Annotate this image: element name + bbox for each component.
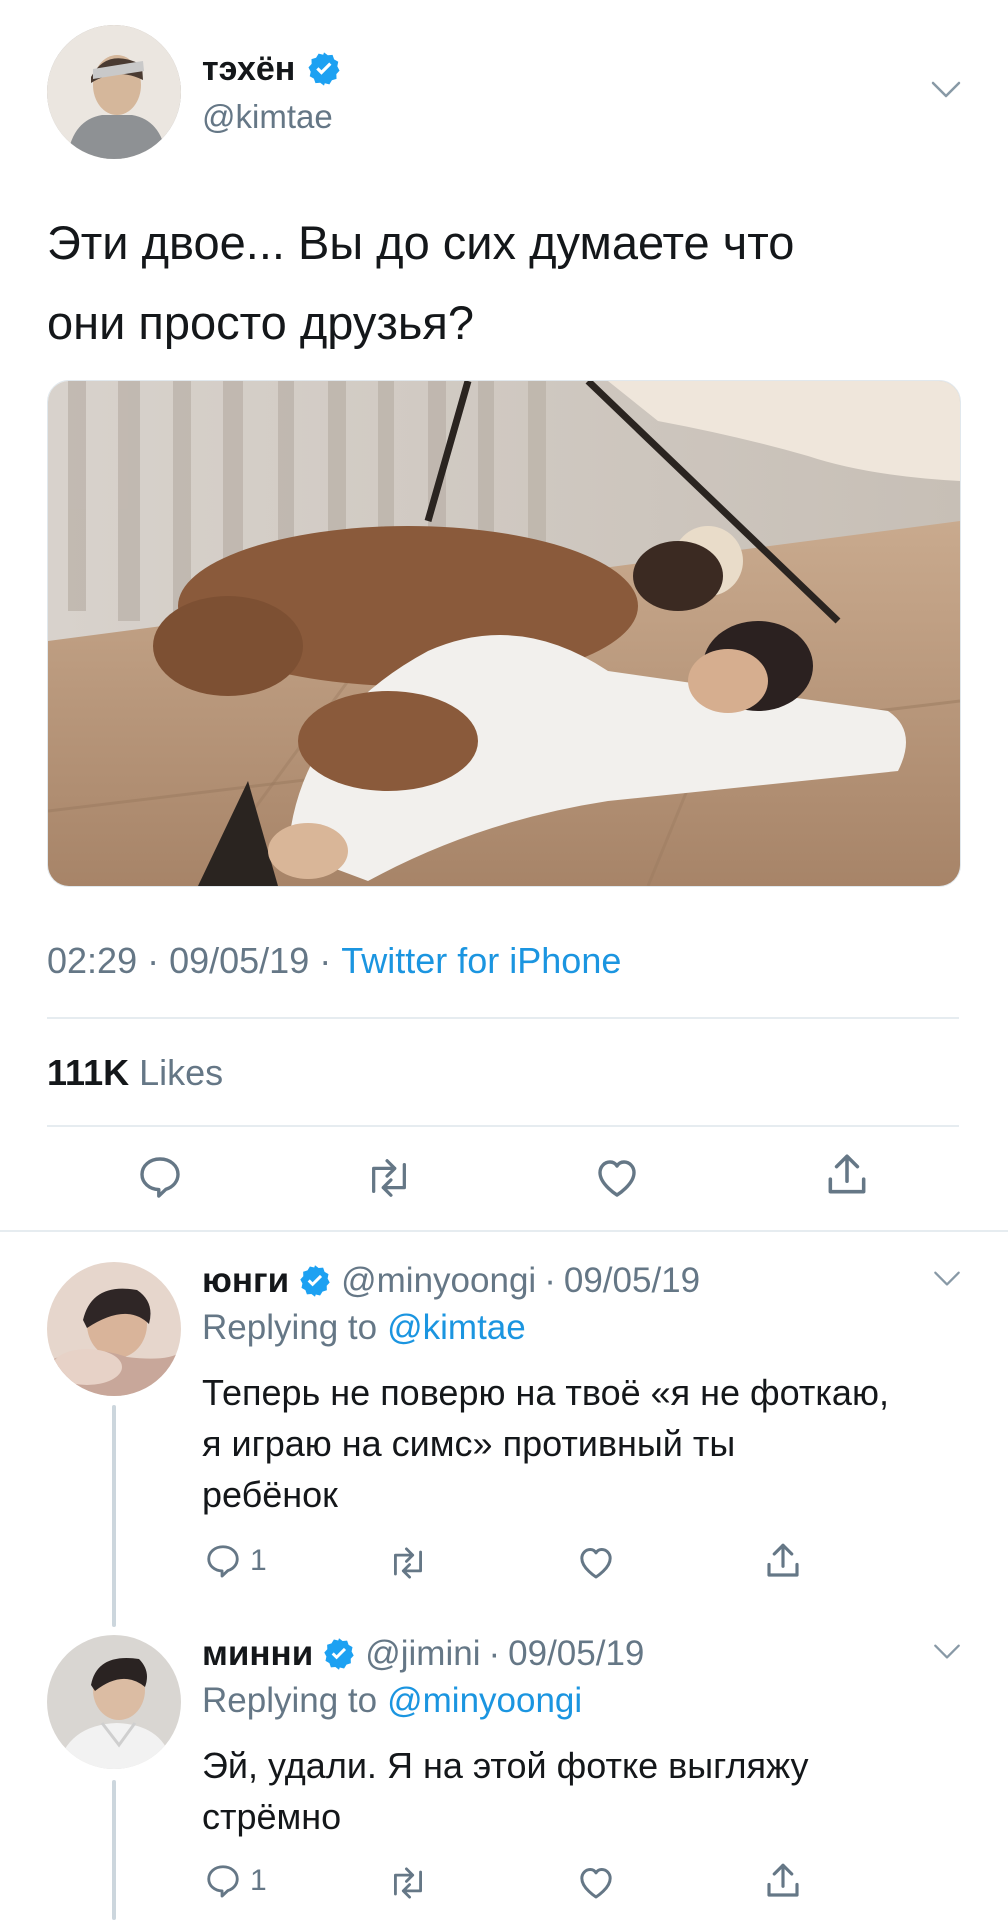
share-icon[interactable] <box>762 1540 804 1582</box>
likes-label: Likes <box>139 1052 224 1093</box>
retweet-icon[interactable] <box>386 1864 430 1902</box>
reply-text: Эй, удали. Я на этой фотке выгляжу стрём… <box>202 1740 808 1842</box>
main-tweet-text-line: Эти двое... Вы до сих думаете что <box>47 216 795 269</box>
tweet-date: 09/05/19 <box>169 940 310 981</box>
divider <box>0 1230 1008 1232</box>
replying-to-line: Replying to @kimtae <box>202 1308 526 1348</box>
chevron-down-icon[interactable] <box>932 1270 962 1288</box>
share-icon[interactable] <box>822 1150 872 1200</box>
reply-text-line: я играю на симс» противный ты <box>202 1423 736 1464</box>
verified-badge-icon <box>321 1636 357 1672</box>
reply-icon <box>204 1542 242 1580</box>
reply-author-name[interactable]: минни <box>202 1634 313 1674</box>
reply-header: юнги @minyoongi · 09/05/19 <box>202 1258 700 1304</box>
likes-count: 111K <box>47 1052 130 1093</box>
separator-dot: · <box>488 1634 501 1673</box>
replying-to-prefix: Replying to <box>202 1681 378 1720</box>
reply-action[interactable]: 1 <box>204 1542 267 1580</box>
reply-icon <box>204 1862 242 1900</box>
reply-action[interactable]: 1 <box>204 1862 267 1900</box>
thread-line <box>112 1405 116 1627</box>
chevron-down-icon[interactable] <box>932 1643 962 1661</box>
main-author-avatar[interactable] <box>47 25 181 159</box>
replying-to-line: Replying to @minyoongi <box>202 1681 582 1721</box>
tweet-time: 02:29 <box>47 940 138 981</box>
reply-author-name[interactable]: юнги <box>202 1261 289 1301</box>
verified-badge-icon <box>297 1263 333 1299</box>
thread-line <box>112 1780 116 1920</box>
divider <box>47 1125 959 1127</box>
reply-count: 1 <box>250 1864 267 1897</box>
tweet-source-link[interactable]: Twitter for iPhone <box>341 940 621 982</box>
retweet-icon[interactable] <box>386 1544 430 1582</box>
reply-header: минни @jimini · 09/05/19 <box>202 1631 644 1677</box>
reply-author-avatar[interactable] <box>47 1635 181 1769</box>
reply-author-avatar[interactable] <box>47 1262 181 1396</box>
main-tweet-text-line: они просто друзья? <box>47 296 474 349</box>
reply-date: 09/05/19 <box>563 1261 701 1300</box>
replying-to-handle[interactable]: @minyoongi <box>387 1681 582 1721</box>
reply-text: Теперь не поверю на твоё «я не фоткаю, я… <box>202 1367 889 1520</box>
reply-text-line: стрёмно <box>202 1796 342 1837</box>
tweet-photo[interactable] <box>47 380 961 887</box>
divider <box>47 1017 959 1019</box>
reply-text-line: ребёнок <box>202 1474 338 1515</box>
reply-count: 1 <box>250 1544 267 1577</box>
separator-dot: · <box>147 940 160 981</box>
heart-icon[interactable] <box>576 1862 616 1902</box>
retweet-icon[interactable] <box>362 1155 416 1201</box>
main-author-name-row: тэхён <box>202 45 343 93</box>
replying-to-prefix: Replying to <box>202 1308 378 1347</box>
verified-badge-icon <box>305 50 343 88</box>
reply-icon[interactable] <box>136 1153 184 1201</box>
chevron-down-icon[interactable] <box>930 80 962 100</box>
reply-date: 09/05/19 <box>508 1634 645 1673</box>
heart-icon[interactable] <box>593 1153 641 1201</box>
replying-to-handle[interactable]: @kimtae <box>387 1308 526 1348</box>
tweet-timestamp-row: 02:29 · 09/05/19 · Twitter for iPhone <box>47 940 621 982</box>
main-author-handle[interactable]: @kimtae <box>202 98 333 136</box>
reply-text-line: Эй, удали. Я на этой фотке выгляжу <box>202 1745 809 1786</box>
separator-dot: · <box>319 940 332 981</box>
main-tweet-text: Эти двое... Вы до сих думаете что они пр… <box>47 203 794 363</box>
separator-dot: · <box>544 1261 556 1300</box>
heart-icon[interactable] <box>576 1542 616 1582</box>
reply-text-line: Теперь не поверю на твоё «я не фоткаю, <box>202 1372 889 1413</box>
share-icon[interactable] <box>762 1860 804 1902</box>
reply-author-handle[interactable]: @jimini <box>365 1634 480 1674</box>
reply-author-handle[interactable]: @minyoongi <box>341 1261 536 1301</box>
main-author-name[interactable]: тэхён <box>202 50 295 89</box>
likes-stat[interactable]: 111K Likes <box>47 1052 223 1094</box>
